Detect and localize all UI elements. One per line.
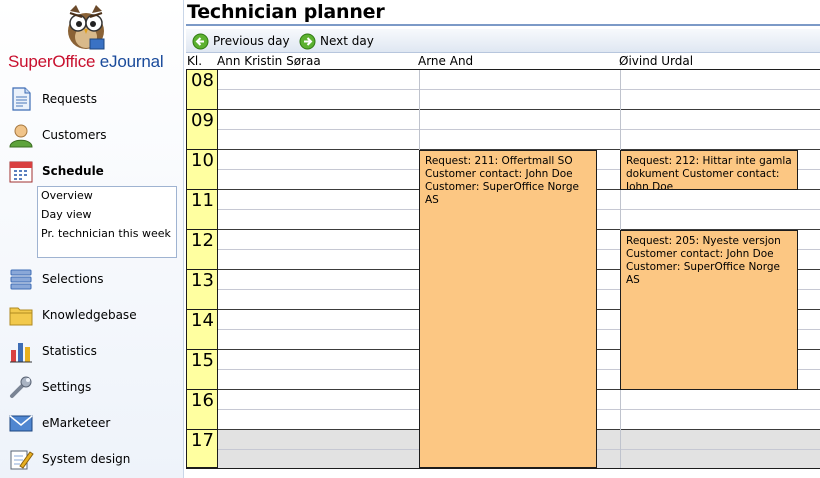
sidebar-item-selections[interactable]: Selections: [8, 265, 180, 293]
hour-label: 13: [191, 270, 214, 291]
brand-part2: eJournal: [95, 52, 164, 71]
pencil-design-icon: [10, 450, 34, 470]
sidebar-item-requests[interactable]: Requests: [8, 85, 180, 113]
hour-label: 16: [191, 390, 214, 411]
hour-column: 08 09 10 11 12 13 14 15 16 17: [186, 70, 218, 468]
sidebar: SuperOffice eJournal Requests Customers …: [0, 0, 184, 478]
sidebar-item-label: eMarketeer: [42, 416, 111, 430]
time-slot-row[interactable]: [218, 70, 820, 90]
sidebar-item-label: System design: [42, 452, 131, 466]
sidebar-item-label: Customers: [42, 128, 107, 142]
previous-day-label: Previous day: [213, 34, 290, 48]
hour-label-cell: 12: [186, 230, 218, 270]
wrench-icon: [10, 376, 32, 398]
sidebar-item-emarketeer[interactable]: eMarketeer: [8, 409, 180, 437]
technician-planner: Kl. Ann Kristin Søraa Arne And Øivind Ur…: [186, 53, 820, 478]
sidebar-item-schedule[interactable]: Schedule: [8, 157, 180, 185]
owl-logo-icon: [68, 5, 105, 50]
hour-label: 15: [191, 350, 214, 371]
hour-column-header: Kl.: [187, 54, 203, 68]
grid-left-border: [186, 70, 187, 469]
hour-label-cell: 10: [186, 150, 218, 190]
sidebar-item-label: Selections: [42, 272, 104, 286]
logo-area: SuperOffice eJournal: [0, 0, 183, 76]
brand-part1: SuperOffice: [8, 52, 96, 71]
time-slot-row[interactable]: [218, 130, 820, 150]
appointment-block[interactable]: Request: 212: Hittar inte gamla dokument…: [620, 150, 798, 190]
arrow-right-icon: [299, 33, 316, 49]
sidebar-item-settings[interactable]: Settings: [8, 373, 180, 401]
technician-header: Øivind Urdal: [619, 54, 694, 68]
hour-label: 11: [191, 190, 214, 211]
envelope-icon: [9, 415, 33, 432]
time-slot-row[interactable]: [218, 110, 820, 130]
sidebar-item-label: Requests: [42, 92, 97, 106]
technician-header: Ann Kristin Søraa: [217, 54, 321, 68]
sidebar-item-label: Settings: [42, 380, 92, 394]
document-icon: [12, 87, 31, 111]
bar-chart-icon: [10, 343, 32, 363]
hour-label: 12: [191, 230, 214, 251]
hour-label: 10: [191, 150, 214, 171]
hour-label-cell: 16: [186, 390, 218, 430]
hour-label: 09: [191, 110, 214, 131]
hour-label-cell: 09: [186, 110, 218, 150]
sidebar-item-label: Schedule: [42, 164, 104, 178]
time-slot-row[interactable]: [218, 90, 820, 110]
appointment-block[interactable]: Request: 205: Nyeste versjon Customer co…: [620, 230, 798, 390]
appointment-block[interactable]: Request: 211: Offertmall SO Customer con…: [419, 150, 597, 468]
planner-header: Kl. Ann Kristin Søraa Arne And Øivind Ur…: [186, 53, 820, 70]
schedule-subnav: Overview Day view Pr. technician this we…: [37, 186, 177, 258]
hour-label: 14: [191, 310, 214, 331]
hour-label: 08: [191, 70, 214, 91]
person-icon: [9, 124, 33, 148]
sidebar-item-statistics[interactable]: Statistics: [8, 337, 180, 365]
next-day-label: Next day: [320, 34, 374, 48]
hour-label-cell: 15: [186, 350, 218, 390]
sidebar-item-label: Statistics: [42, 344, 97, 358]
subnav-overview[interactable]: Overview: [41, 189, 173, 202]
toolbar: Previous day Next day: [186, 29, 820, 53]
folder-icon: [9, 307, 33, 326]
next-day-button[interactable]: Next day: [299, 32, 374, 50]
title-divider: [186, 24, 820, 26]
arrow-left-icon: [192, 33, 209, 49]
sidebar-item-system-design[interactable]: System design: [8, 445, 180, 473]
hour-label: 17: [191, 430, 214, 451]
calendar-icon: [9, 161, 33, 183]
subnav-pr-technician-week[interactable]: Pr. technician this week: [41, 227, 173, 240]
selections-icon: [10, 269, 32, 290]
hour-label-cell: 11: [186, 190, 218, 230]
hour-label-cell: 17: [186, 430, 218, 468]
planner-grid: 08 09 10 11 12 13 14 15 16 17 Request: 211: Offer…: [186, 70, 820, 469]
hour-label-cell: 13: [186, 270, 218, 310]
hour-label-cell: 08: [186, 70, 218, 110]
hour-label-cell: 14: [186, 310, 218, 350]
grid-bottom-border: [186, 468, 820, 469]
previous-day-button[interactable]: Previous day: [192, 32, 290, 50]
sidebar-item-label: Knowledgebase: [42, 308, 137, 322]
brand-name: SuperOffice eJournal: [8, 52, 164, 72]
sidebar-item-customers[interactable]: Customers: [8, 121, 180, 149]
technician-header: Arne And: [418, 54, 474, 68]
subnav-day-view[interactable]: Day view: [41, 208, 173, 221]
page-title: Technician planner: [187, 1, 385, 23]
sidebar-item-knowledgebase[interactable]: Knowledgebase: [8, 301, 180, 329]
